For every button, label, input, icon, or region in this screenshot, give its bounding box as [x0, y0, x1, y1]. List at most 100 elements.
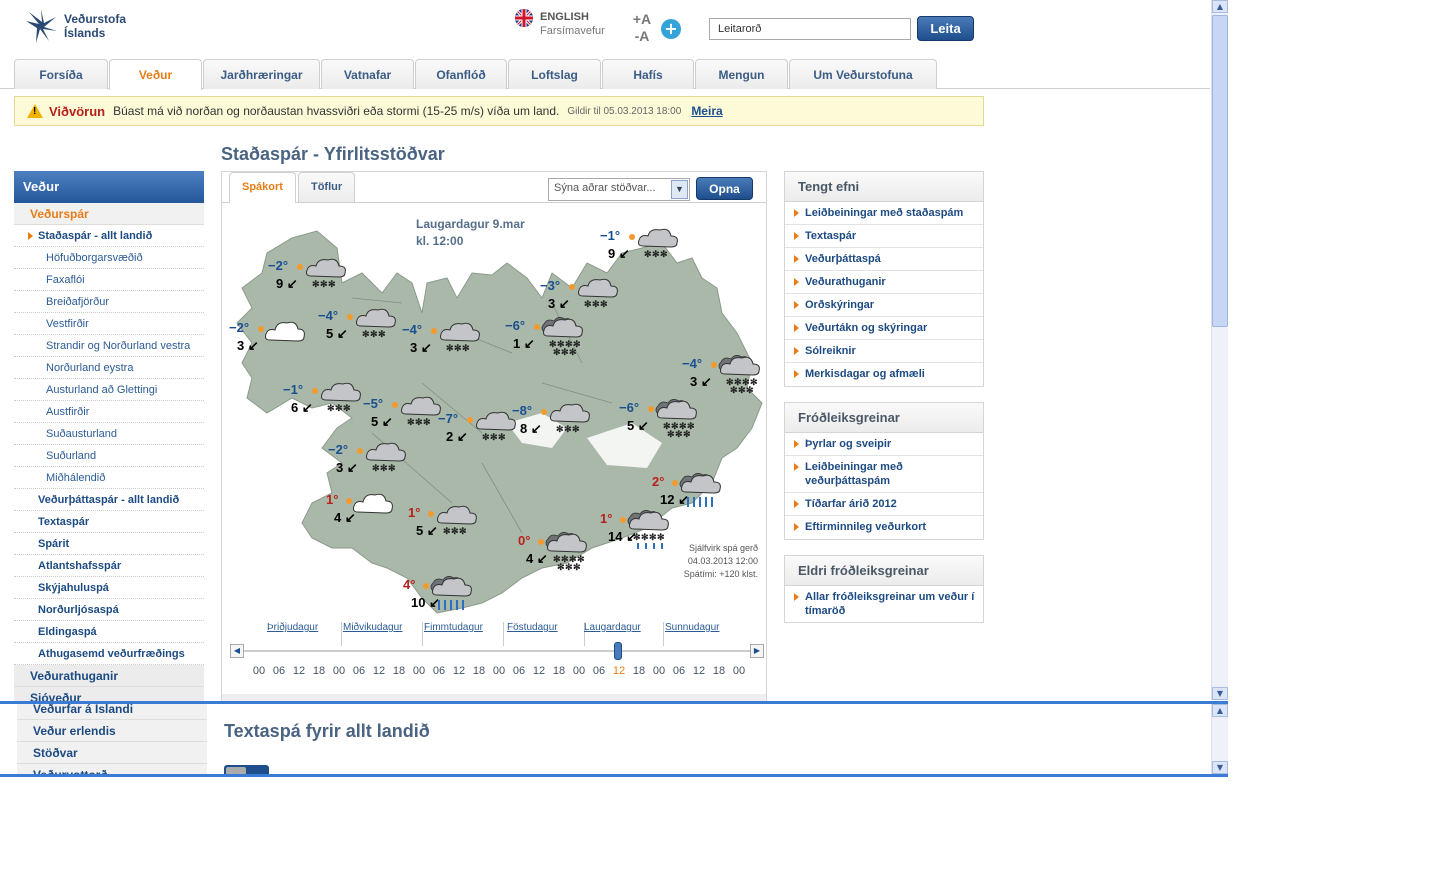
tab-hafis[interactable]: Hafís — [602, 59, 694, 89]
lower-toggle-button[interactable] — [224, 765, 269, 774]
timeline-hour[interactable]: 00 — [649, 665, 669, 677]
weather-station[interactable]: −1° 9 ↙ ✻ ✻ ✻ — [600, 228, 720, 278]
left-menu-subitem[interactable]: Suðurland — [14, 445, 204, 467]
weather-station[interactable]: −6° 1 ↙ ✻ ✻ ✻ ✻ ✻ ✻ ✻ — [505, 317, 625, 368]
left-menu-item[interactable]: Spárit — [14, 533, 204, 555]
left-menu-item[interactable]: Veðurþáttaspár - allt landið — [14, 489, 204, 511]
search-input[interactable] — [709, 18, 911, 40]
timeline-hour[interactable]: 18 — [629, 665, 649, 677]
tab-ofanflod[interactable]: Ofanflóð — [415, 59, 507, 89]
tab-vedur[interactable]: Veður — [109, 59, 202, 90]
station-select[interactable]: Sýna aðrar stöðvar... ▼ — [548, 178, 690, 201]
timeline-hour[interactable]: 06 — [429, 665, 449, 677]
weather-station[interactable]: −2° 9 ↙ ✻ ✻ ✻ — [268, 258, 388, 308]
tab-toflur[interactable]: Töflur — [297, 172, 356, 202]
search-button[interactable]: Leita — [917, 16, 974, 41]
tab-spakort[interactable]: Spákort — [229, 172, 296, 203]
related-link[interactable]: Sólreiknir — [785, 340, 983, 363]
tab-forsida[interactable]: Forsíða — [14, 59, 108, 89]
left-menu-subitem[interactable]: Austurland að Glettingi — [14, 379, 204, 401]
weather-station[interactable]: 1° 5 ↙ ✻ ✻ ✻ — [408, 505, 528, 555]
left-menu-subitem[interactable]: Breiðafjörður — [14, 291, 204, 313]
timeline-hour[interactable]: 12 — [449, 665, 469, 677]
timeline-hour[interactable]: 12 — [689, 665, 709, 677]
weather-station[interactable]: 0° 4 ↙ ✻ ✻ ✻ ✻ ✻ ✻ ✻ — [518, 532, 638, 583]
weather-station[interactable]: 4° 10 ↙ — [403, 576, 523, 627]
left-menu-item[interactable]: Skýjahuluspá — [14, 577, 204, 599]
left-menu-subitem[interactable]: Suðausturland — [14, 423, 204, 445]
tab-loftslag[interactable]: Loftslag — [508, 59, 601, 89]
left-menu-section-sjovedur[interactable]: Sjóveður — [14, 687, 204, 701]
older-article-link[interactable]: Allar fróðleiksgreinar um veður í tímarö… — [785, 586, 983, 622]
related-link[interactable]: Veðurþáttaspá — [785, 248, 983, 271]
timeline-hour[interactable]: 18 — [389, 665, 409, 677]
font-decrease-button[interactable]: -A — [630, 28, 654, 45]
open-button[interactable]: Opna — [696, 177, 753, 200]
lower-menu-item[interactable]: Veðurfar á Íslandi — [17, 704, 207, 720]
related-link[interactable]: Veðurtákn og skýringar — [785, 317, 983, 340]
timeline-hour[interactable]: 00 — [489, 665, 509, 677]
lower-menu-item[interactable]: Veður erlendis — [17, 720, 207, 742]
weather-station[interactable]: −6° 5 ↙ ✻ ✻ ✻ ✻ ✻ ✻ ✻ — [619, 399, 739, 450]
timeline-hour[interactable]: 00 — [569, 665, 589, 677]
warning-more-link[interactable]: Meira — [691, 104, 722, 118]
timeline-hour[interactable]: 18 — [549, 665, 569, 677]
lower-vertical-scrollbar[interactable]: ▲ ▼ — [1211, 704, 1228, 774]
tab-mengun[interactable]: Mengun — [695, 59, 788, 89]
left-menu-item[interactable]: Norðurljósaspá — [14, 599, 204, 621]
mobile-site-link[interactable]: Farsímavefur — [540, 25, 605, 37]
timeline-prev-icon[interactable]: ◀ — [230, 644, 244, 658]
lower-menu-item[interactable]: Veðurvottorð — [17, 764, 207, 774]
left-menu-subitem[interactable]: Norðurland eystra — [14, 357, 204, 379]
timeline-hour[interactable]: 00 — [329, 665, 349, 677]
timeline-hour[interactable]: 06 — [349, 665, 369, 677]
timeline-hour[interactable]: 00 — [729, 665, 749, 677]
related-link[interactable]: Textaspár — [785, 225, 983, 248]
weather-station[interactable]: −4° 3 ↙ ✻ ✻ ✻ — [402, 322, 522, 372]
scroll-down-icon[interactable]: ▼ — [1212, 761, 1228, 774]
english-link[interactable]: ENGLISH — [540, 11, 589, 23]
timeline-hour[interactable]: 06 — [509, 665, 529, 677]
left-menu-subitem[interactable]: Vestfirðir — [14, 313, 204, 335]
timeline-hour[interactable]: 18 — [709, 665, 729, 677]
tab-vatnafar[interactable]: Vatnafar — [321, 59, 414, 89]
accessibility-plus-icon[interactable]: + — [661, 19, 681, 39]
timeline-hour[interactable]: 00 — [409, 665, 429, 677]
site-logo[interactable]: Veðurstofa Íslands — [24, 9, 126, 43]
tab-jardhraeringar[interactable]: Jarðhræringar — [203, 59, 320, 89]
timeline-hour[interactable]: 12 — [529, 665, 549, 677]
related-link[interactable]: Merkisdagar og afmæli — [785, 363, 983, 386]
timeline-hour[interactable]: 12 — [369, 665, 389, 677]
article-link[interactable]: Þyrlar og sveipir — [785, 433, 983, 456]
left-menu-item[interactable]: Eldingaspá — [14, 621, 204, 643]
timeline-day[interactable]: Föstudagur — [507, 622, 585, 646]
timeline-next-icon[interactable]: ▶ — [750, 644, 764, 658]
related-link[interactable]: Leiðbeiningar með staðaspám — [785, 202, 983, 225]
weather-station[interactable]: −2° 3 ↙ ✻ ✻ ✻ — [328, 442, 448, 492]
left-menu-subitem[interactable]: Austfirðir — [14, 401, 204, 423]
timeline-hour[interactable]: 00 — [249, 665, 269, 677]
timeline-hour[interactable]: 06 — [669, 665, 689, 677]
weather-station[interactable]: −8° 8 ↙ ✻ ✻ ✻ — [512, 403, 632, 453]
scroll-up-icon[interactable]: ▲ — [1212, 0, 1228, 13]
left-menu-section-vedurspar[interactable]: Veðurspár — [14, 203, 204, 225]
scroll-up-icon[interactable]: ▲ — [1212, 704, 1228, 717]
timeline-day[interactable]: Þriðjudagur — [267, 622, 342, 646]
timeline-knob[interactable] — [614, 642, 623, 660]
article-link[interactable]: Leiðbeiningar með veðurþáttaspám — [785, 456, 983, 493]
article-link[interactable]: Eftirminnileg veðurkort — [785, 516, 983, 539]
left-menu-subitem[interactable]: Strandir og Norðurland vestra — [14, 335, 204, 357]
timeline-slider[interactable]: ◀ ▶ — [230, 642, 764, 660]
timeline-hour[interactable]: 12 — [609, 665, 629, 677]
timeline-hour[interactable]: 06 — [589, 665, 609, 677]
timeline-hour[interactable]: 18 — [309, 665, 329, 677]
left-menu-item[interactable]: Atlantshafsspár — [14, 555, 204, 577]
left-menu-heading[interactable]: Veður — [14, 171, 204, 203]
timeline-hour[interactable]: 12 — [289, 665, 309, 677]
left-menu-item[interactable]: Textaspár — [14, 511, 204, 533]
scroll-thumb[interactable] — [1212, 15, 1228, 327]
left-menu-subitem[interactable]: Höfuðborgarsvæðið — [14, 247, 204, 269]
timeline-day[interactable]: Miðvikudagur — [343, 622, 423, 646]
related-link[interactable]: Orðskýringar — [785, 294, 983, 317]
article-link[interactable]: Tíðarfar árið 2012 — [785, 493, 983, 516]
